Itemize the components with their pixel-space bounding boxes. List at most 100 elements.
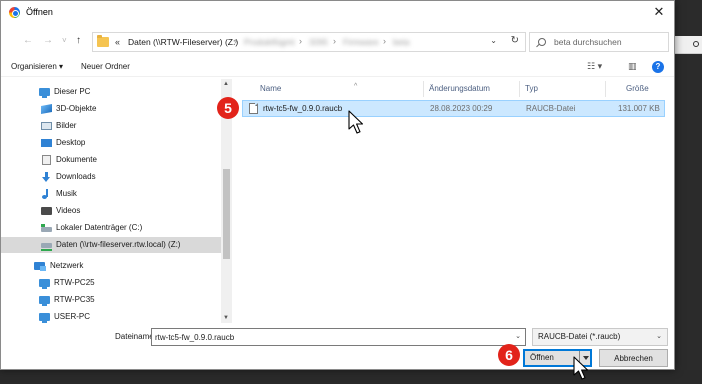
music-icon [42,189,51,200]
mouse-pointer-icon [573,356,589,380]
breadcrumb-drive[interactable]: Daten (\\RTW-Fileserver) (Z:) [128,37,238,47]
window-title: Öffnen [26,7,53,17]
sort-ascending-icon: ^ [354,83,358,90]
sidebar-item-label: Downloads [56,172,96,181]
forward-button[interactable]: → [43,35,53,46]
computer-icon [39,296,50,306]
computer-icon [39,313,50,323]
cancel-button[interactable]: Abbrechen [599,349,668,367]
chrome-app-icon [9,7,20,18]
sidebar-item-documents[interactable]: Dokumente [1,152,221,168]
open-button-label: Öffnen [530,353,554,362]
close-button[interactable]: ✕ [644,1,674,25]
network-drive-icon [41,243,52,251]
breadcrumb-blurred-2[interactable]: 3265 [309,37,328,47]
file-type: RAUCB-Datei [526,104,576,113]
drive-icon [41,224,52,232]
sidebar-item-3d-objects[interactable]: 3D-Objekte [1,101,221,117]
background-taskbar [0,370,702,384]
recent-locations-button[interactable]: ˅ [62,36,67,45]
sidebar-item-network[interactable]: Netzwerk [1,258,221,274]
sidebar-item-music[interactable]: Musik [1,186,221,202]
file-date: 28.08.2023 00:29 [430,104,493,113]
background-icon [693,41,699,47]
sidebar-item-network-drive[interactable]: Daten (\\rtw-fileserver.rtw.local) (Z:) [1,237,221,253]
sidebar-item-this-pc[interactable]: Dieser PC [1,84,221,100]
back-button[interactable]: ← [23,35,33,46]
sidebar-item-downloads[interactable]: Downloads [1,169,221,185]
command-bar: Organisieren ▾ Neuer Ordner ☷ ▾ ▥ ? [1,59,674,77]
column-header-date[interactable]: Änderungsdatum [429,84,490,93]
search-box[interactable] [529,32,669,52]
address-dropdown-button[interactable]: ⌄ [490,36,497,45]
sidebar-item-user-pc[interactable]: USER-PC [1,309,221,325]
search-icon [538,38,546,46]
column-header-name[interactable]: Name ^ [260,83,357,93]
address-bar[interactable]: « Daten (\\RTW-Fileserver) (Z:) › Produk… [92,32,526,52]
sidebar-item-local-disk[interactable]: Lokaler Datenträger (C:) [1,220,221,236]
network-icon [34,262,46,271]
sidebar-item-desktop[interactable]: Desktop [1,135,221,151]
sidebar-item-label: RTW-PC25 [54,278,95,287]
mouse-pointer-icon [348,110,364,134]
help-icon[interactable]: ? [652,61,664,73]
view-options-button[interactable]: ☷ ▾ [587,61,602,72]
sidebar-item-rtw-pc25[interactable]: RTW-PC25 [1,275,221,291]
file-size: 131.007 KB [618,104,660,113]
file-list: Name ^ Änderungsdatum Typ Größe rtw-tc5-… [235,79,673,323]
breadcrumb-blurred-3[interactable]: Firmware [343,37,378,47]
filetype-value: RAUCB-Datei (*.raucb) [538,332,621,341]
breadcrumb-blurred-4[interactable]: beta [393,37,410,47]
sidebar-item-label: RTW-PC35 [54,295,95,304]
documents-icon [42,155,51,165]
filename-combobox[interactable]: ⌄ [151,328,526,346]
navigation-bar: ← → ˅ ↑ « Daten (\\RTW-Fileserver) (Z:) … [1,27,674,57]
chevron-down-icon[interactable]: ⌄ [515,332,521,340]
sidebar-item-label: Bilder [56,121,77,130]
title-bar[interactable]: Öffnen ✕ [1,1,674,25]
scrollbar-thumb[interactable] [223,169,230,259]
download-icon [42,172,51,183]
up-button[interactable]: ↑ [76,35,81,46]
cube-icon [41,104,52,114]
sidebar-item-rtw-pc35[interactable]: RTW-PC35 [1,292,221,308]
computer-icon [39,279,50,289]
scroll-up-arrow[interactable]: ▲ [223,81,229,87]
desktop-icon [41,139,52,147]
breadcrumb-overflow[interactable]: « [115,37,120,47]
sidebar-item-videos[interactable]: Videos [1,203,221,219]
sidebar-item-label: Netzwerk [50,261,84,270]
column-header-type[interactable]: Typ [525,84,538,93]
video-icon [41,207,52,215]
file-name: rtw-tc5-fw_0.9.0.raucb [263,104,343,113]
sidebar-item-label: Musik [56,189,77,198]
sidebar-item-pictures[interactable]: Bilder [1,118,221,134]
step-6-badge: 6 [498,344,520,366]
sidebar-item-label: Videos [56,206,81,215]
sidebar-item-label: 3D-Objekte [56,104,97,113]
new-folder-button[interactable]: Neuer Ordner [81,62,130,71]
search-input[interactable] [554,36,664,48]
sidebar-item-label: Lokaler Datenträger (C:) [56,223,143,232]
step-5-badge: 5 [217,97,239,119]
open-file-dialog: Öffnen ✕ ← → ˅ ↑ « Daten (\\RTW-Fileserv… [0,0,675,370]
folder-icon [97,35,109,47]
filename-input[interactable] [155,331,505,343]
sidebar-item-label: USER-PC [54,312,91,321]
sidebar-item-label: Dieser PC [54,87,91,96]
filetype-select[interactable]: RAUCB-Datei (*.raucb) ⌄ [532,328,668,346]
file-row[interactable]: rtw-tc5-fw_0.9.0.raucb 28.08.2023 00:29 … [242,100,665,117]
sidebar-item-label: Dokumente [56,155,97,164]
column-header-label: Name [260,84,282,93]
breadcrumb-blurred-1[interactable]: Produktfügmt [244,37,295,47]
scroll-down-arrow[interactable]: ▼ [223,315,229,321]
column-header-size[interactable]: Größe [626,84,649,93]
chevron-down-icon: ⌄ [656,333,662,340]
file-icon [249,103,258,114]
pictures-icon [41,122,52,130]
refresh-button[interactable]: ↻ [511,35,519,46]
background-toolbar [675,36,702,54]
preview-pane-button[interactable]: ▥ [628,61,637,72]
sidebar-item-label: Desktop [56,138,86,147]
organize-button[interactable]: Organisieren ▾ [11,62,63,71]
